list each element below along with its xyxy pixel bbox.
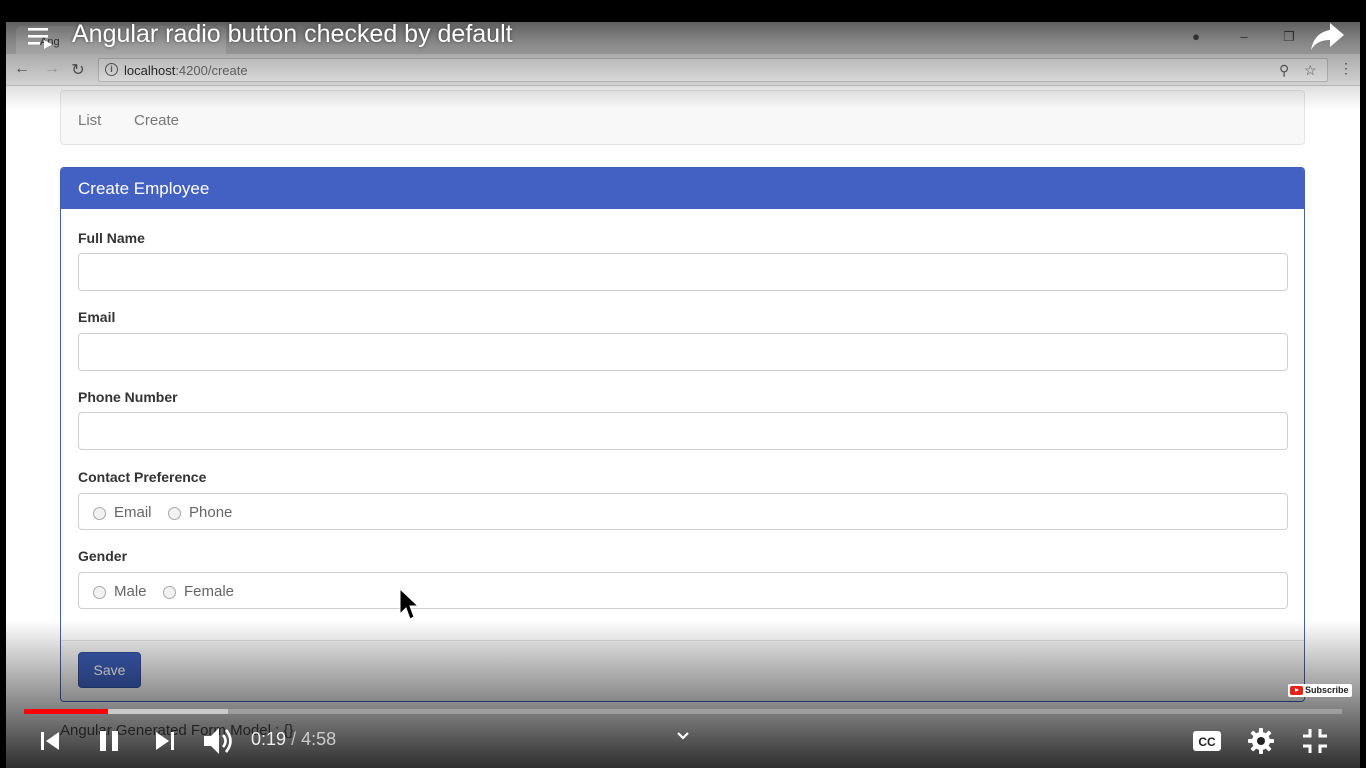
full-name-input[interactable] bbox=[78, 253, 1288, 291]
playlist-icon[interactable] bbox=[28, 26, 56, 50]
email-label: Email bbox=[78, 309, 116, 325]
progress-bar[interactable] bbox=[24, 709, 1342, 714]
contact-preference-label: Contact Preference bbox=[78, 469, 207, 485]
share-icon[interactable] bbox=[1310, 20, 1346, 52]
info-icon[interactable]: i bbox=[105, 63, 118, 76]
url-host: localhost bbox=[124, 63, 176, 78]
browser-toolbar: ← → ↻ i localhost:4200/create ⚲ ☆ ⋮ bbox=[6, 54, 1360, 86]
contact-email-label[interactable]: Email bbox=[114, 504, 152, 521]
youtube-logo-icon bbox=[1290, 686, 1303, 695]
duration: 4:58 bbox=[301, 729, 337, 749]
time-display: 0:19 / 4:58 bbox=[251, 729, 336, 750]
time-separator: / bbox=[291, 729, 297, 749]
create-employee-panel: Create Employee Full Name Email Phone Nu… bbox=[60, 167, 1305, 702]
full-name-label: Full Name bbox=[78, 230, 145, 246]
minimize-icon[interactable]: – bbox=[1234, 29, 1254, 44]
contact-preference-group: Email Phone bbox=[78, 493, 1288, 530]
gender-label: Gender bbox=[78, 548, 128, 564]
back-icon[interactable]: ← bbox=[12, 60, 32, 78]
gender-male-radio[interactable] bbox=[93, 586, 106, 599]
phone-number-label: Phone Number bbox=[78, 389, 178, 405]
volume-icon[interactable] bbox=[202, 725, 236, 757]
gender-female-label[interactable]: Female bbox=[184, 583, 234, 600]
chevron-down-icon[interactable] bbox=[675, 730, 691, 742]
star-icon[interactable]: ☆ bbox=[1304, 62, 1317, 79]
contact-phone-radio[interactable] bbox=[168, 507, 181, 520]
profile-icon[interactable]: ● bbox=[1186, 29, 1206, 44]
restore-icon[interactable]: ❐ bbox=[1279, 29, 1299, 45]
reload-icon[interactable]: ↻ bbox=[68, 60, 88, 80]
video-player[interactable]: Ang ● – ❐ ← → ↻ i localhost:4200/create … bbox=[0, 0, 1366, 768]
nav-link-create[interactable]: Create bbox=[134, 112, 179, 129]
contact-email-radio[interactable] bbox=[93, 507, 106, 520]
next-icon[interactable] bbox=[153, 729, 177, 753]
pause-icon[interactable] bbox=[96, 728, 122, 754]
contact-phone-label[interactable]: Phone bbox=[189, 504, 232, 521]
gear-icon[interactable] bbox=[1246, 726, 1276, 756]
gender-group: Male Female bbox=[78, 572, 1288, 609]
gender-female-radio[interactable] bbox=[163, 586, 176, 599]
email-input[interactable] bbox=[78, 333, 1288, 371]
browser-window: Ang ● – ❐ ← → ↻ i localhost:4200/create … bbox=[6, 22, 1360, 768]
url-text: localhost:4200/create bbox=[124, 63, 248, 78]
save-button[interactable]: Save bbox=[78, 652, 141, 688]
subscribe-label: Subscribe bbox=[1305, 685, 1349, 695]
subscribe-watermark[interactable]: Subscribe bbox=[1288, 684, 1352, 697]
zoom-icon[interactable]: ⚲ bbox=[1279, 62, 1289, 79]
address-bar[interactable]: i localhost:4200/create ⚲ ☆ bbox=[98, 58, 1328, 82]
current-time: 0:19 bbox=[251, 729, 287, 749]
web-page: List Create Create Employee Full Name Em… bbox=[6, 86, 1360, 768]
panel-footer: Save bbox=[61, 640, 1304, 701]
panel-heading: Create Employee bbox=[61, 168, 1304, 209]
svg-text:CC: CC bbox=[1198, 735, 1216, 749]
forward-icon[interactable]: → bbox=[42, 60, 62, 78]
panel-title: Create Employee bbox=[78, 179, 210, 198]
menu-icon[interactable]: ⋮ bbox=[1336, 60, 1356, 77]
video-title[interactable]: Angular radio button checked by default bbox=[72, 20, 513, 49]
previous-icon[interactable] bbox=[38, 729, 62, 753]
url-path: :4200/create bbox=[175, 63, 248, 78]
gender-male-label[interactable]: Male bbox=[114, 583, 147, 600]
exit-fullscreen-icon[interactable] bbox=[1301, 727, 1329, 755]
captions-icon[interactable]: CC bbox=[1191, 728, 1223, 754]
app-navbar: List Create bbox=[60, 90, 1305, 145]
nav-link-list[interactable]: List bbox=[78, 112, 101, 129]
progress-played bbox=[24, 709, 109, 714]
phone-number-input[interactable] bbox=[78, 412, 1288, 450]
